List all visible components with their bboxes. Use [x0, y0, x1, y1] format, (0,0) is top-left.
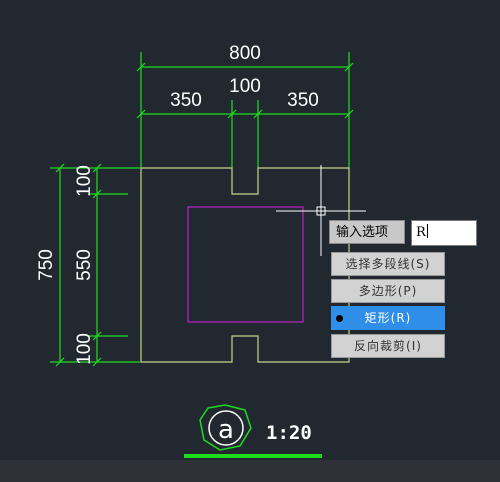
- dim-top-height: 100: [74, 165, 95, 197]
- dim-total-height: 750: [36, 249, 57, 281]
- selected-bullet-icon: [336, 315, 343, 322]
- command-input-value: R: [416, 225, 426, 240]
- dim-total-width: 800: [229, 43, 261, 64]
- command-input[interactable]: R: [411, 220, 477, 246]
- clip-rectangle[interactable]: [187, 206, 304, 323]
- dim-left-width: 350: [170, 90, 202, 111]
- status-bar: [0, 460, 500, 482]
- scale-underline: [184, 454, 322, 458]
- scale-label: 1:20: [266, 422, 312, 444]
- section-label-letter: a: [218, 415, 234, 445]
- dim-bottom-height: 100: [74, 333, 95, 365]
- menu-item-label: 矩形(R): [364, 311, 412, 325]
- dim-middle-width: 100: [229, 76, 261, 97]
- menu-item-select-polyline[interactable]: 选择多段线(S): [331, 252, 445, 276]
- menu-item-rectangle[interactable]: 矩形(R): [331, 306, 445, 330]
- menu-item-label: 多边形(P): [358, 284, 418, 298]
- menu-item-label: 反向裁剪(I): [354, 339, 422, 353]
- menu-item-invert-clip[interactable]: 反向裁剪(I): [331, 334, 445, 358]
- dim-right-width: 350: [287, 90, 319, 111]
- command-prompt-label: 输入选项: [329, 220, 405, 244]
- menu-item-polygon[interactable]: 多边形(P): [331, 279, 445, 303]
- text-caret: [426, 224, 428, 238]
- dim-middle-height: 550: [74, 249, 95, 281]
- section-outline[interactable]: [140, 167, 350, 363]
- menu-item-label: 选择多段线(S): [345, 257, 431, 271]
